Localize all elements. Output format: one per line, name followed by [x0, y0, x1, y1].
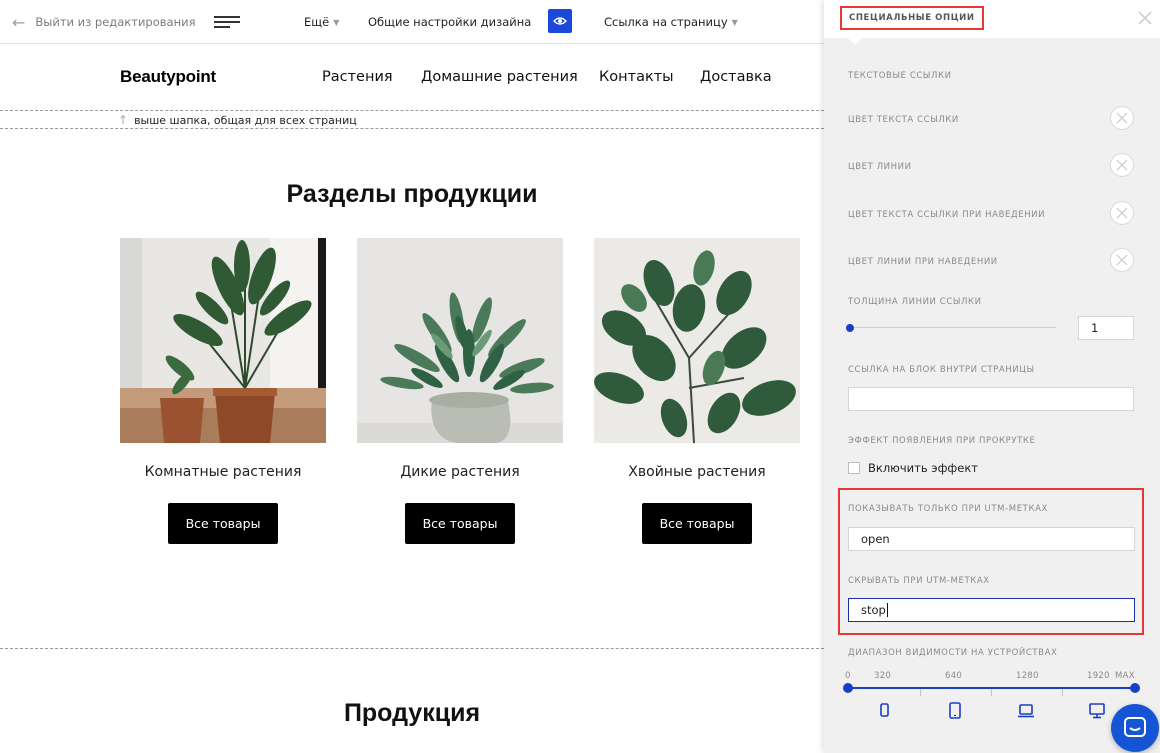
device-phone-small-icon[interactable]: [875, 702, 893, 720]
tab-special-options[interactable]: СПЕЦИАЛЬНЫЕ ОПЦИИ: [840, 6, 984, 30]
header-note: ↑ выше шапка, общая для всех страниц: [118, 113, 357, 127]
nav-link-plants[interactable]: Растения: [322, 69, 393, 85]
range-min-handle[interactable]: [843, 683, 853, 693]
close-icon: [1138, 11, 1152, 25]
card-image-wild-plants[interactable]: [357, 238, 563, 443]
section-title: Разделы продукции: [286, 180, 538, 208]
scroll-effect-checkbox-label: Включить эффект: [868, 461, 978, 475]
range-tick-label: 1920: [1087, 671, 1110, 681]
editor-toolbar: ← Выйти из редактирования Ещё ▼ Общие на…: [0, 0, 824, 44]
utm-show-value: open: [861, 532, 890, 546]
utm-hide-value: stop: [861, 603, 886, 617]
header-note-divider: [0, 128, 824, 129]
site-header: Beautypoint Растения Домашние растения К…: [0, 45, 824, 110]
line-color-swatch[interactable]: [1110, 153, 1134, 177]
device-desktop-icon[interactable]: [1088, 702, 1106, 720]
line-width-label: ТОЛЩИНА ЛИНИИ ССЫЛКИ: [848, 297, 982, 307]
category-card: Дикие растения Все товары: [357, 238, 563, 544]
nav-link-contacts[interactable]: Контакты: [599, 69, 674, 85]
empty-color-icon: [1116, 159, 1128, 171]
products-title: Продукция: [343, 699, 481, 727]
settings-panel: СПЕЦИАЛЬНЫЕ ОПЦИИ ТЕКСТОВЫЕ ССЫЛКИ ЦВЕТ …: [824, 0, 1160, 753]
range-tick-label: 1280: [1016, 671, 1039, 681]
more-dropdown[interactable]: Ещё ▼: [304, 0, 339, 44]
arrow-up-icon: ↑: [118, 113, 129, 127]
menu-button[interactable]: [214, 0, 240, 44]
chevron-down-icon: ▼: [731, 17, 738, 27]
card-caption: Дикие растения: [400, 464, 520, 480]
chevron-down-icon: ▼: [333, 17, 340, 27]
range-max-handle[interactable]: [1130, 683, 1140, 693]
range-tick-label: 0: [845, 671, 851, 681]
card-image-coniferous-plants[interactable]: [594, 238, 800, 443]
section-divider: [0, 648, 824, 649]
range-tick-label: 320: [874, 671, 892, 681]
preview-eye-button[interactable]: [548, 9, 572, 33]
utm-show-label: ПОКАЗЫВАТЬ ТОЛЬКО ПРИ UTM-МЕТКАХ: [848, 504, 1048, 514]
empty-color-icon: [1116, 254, 1128, 266]
anchor-link-label: ССЫЛКА НА БЛОК ВНУТРИ СТРАНИЦЫ: [848, 365, 1035, 375]
panel-header: СПЕЦИАЛЬНЫЕ ОПЦИИ: [824, 0, 1160, 38]
category-card: Хвойные растения Все товары: [594, 238, 800, 544]
range-tick: [991, 689, 992, 696]
header-note-text: выше шапка, общая для всех страниц: [134, 113, 357, 127]
card-caption: Хвойные растения: [628, 464, 766, 480]
card-image-indoor-plants[interactable]: [120, 238, 326, 443]
hamburger-icon: [214, 16, 240, 28]
design-settings-label: Общие настройки дизайна: [368, 15, 532, 29]
line-width-slider-thumb[interactable]: [846, 324, 854, 332]
page-link-label: Ссылка на страницу: [604, 15, 728, 29]
all-products-button[interactable]: Все товары: [642, 503, 752, 544]
link-color-swatch[interactable]: [1110, 106, 1134, 130]
page-link-dropdown[interactable]: Ссылка на страницу ▼: [604, 0, 738, 44]
range-tick-label: 640: [945, 671, 963, 681]
nav-link-delivery[interactable]: Доставка: [700, 69, 772, 85]
range-tick: [920, 689, 921, 696]
link-color-label: ЦВЕТ ТЕКСТА ССЫЛКИ: [848, 115, 959, 125]
tab-pointer: [846, 36, 864, 45]
text-cursor: [886, 603, 888, 617]
more-label: Ещё: [304, 15, 330, 29]
utm-hide-label: СКРЫВАТЬ ПРИ UTM-МЕТКАХ: [848, 576, 990, 586]
close-panel-button[interactable]: [1136, 9, 1154, 27]
card-caption: Комнатные растения: [144, 464, 302, 480]
exit-editing-label: Выйти из редактирования: [35, 15, 196, 29]
empty-color-icon: [1116, 112, 1128, 124]
text-links-heading: ТЕКСТОВЫЕ ССЫЛКИ: [848, 71, 952, 81]
design-settings-button[interactable]: Общие настройки дизайна: [368, 0, 531, 44]
device-range-label: ДИАПАЗОН ВИДИМОСТИ НА УСТРОЙСТВАХ: [848, 648, 1058, 658]
all-products-button[interactable]: Все товары: [168, 503, 278, 544]
range-tick: [1062, 689, 1063, 696]
tab-special-options-label: СПЕЦИАЛЬНЫЕ ОПЦИИ: [849, 13, 975, 23]
nav-link-home-plants[interactable]: Домашние растения: [421, 69, 578, 85]
line-color-label: ЦВЕТ ЛИНИИ: [848, 162, 912, 172]
all-products-button[interactable]: Все товары: [405, 503, 515, 544]
site-logo[interactable]: Beautypoint: [120, 67, 216, 87]
utm-hide-input[interactable]: stop: [848, 598, 1135, 622]
link-hover-color-swatch[interactable]: [1110, 201, 1134, 225]
line-hover-color-swatch[interactable]: [1110, 248, 1134, 272]
utm-show-input[interactable]: open: [848, 527, 1135, 551]
range-tick-label: MAX: [1115, 671, 1135, 681]
exit-editing-button[interactable]: ← Выйти из редактирования: [12, 0, 196, 44]
scroll-effect-label: ЭФФЕКТ ПОЯВЛЕНИЯ ПРИ ПРОКРУТКЕ: [848, 436, 1036, 446]
eye-icon: [553, 17, 567, 25]
line-width-value: 1: [1091, 321, 1099, 335]
line-hover-color-label: ЦВЕТ ЛИНИИ ПРИ НАВЕДЕНИИ: [848, 257, 998, 267]
arrow-left-icon: ←: [12, 12, 26, 32]
anchor-link-input[interactable]: [848, 387, 1134, 411]
category-card: Комнатные растения Все товары: [120, 238, 326, 544]
link-hover-color-label: ЦВЕТ ТЕКСТА ССЫЛКИ ПРИ НАВЕДЕНИИ: [848, 210, 1046, 220]
line-width-slider[interactable]: [850, 327, 1056, 328]
header-divider: [0, 110, 824, 111]
chat-widget-button[interactable]: [1111, 704, 1159, 752]
device-tablet-icon[interactable]: [946, 702, 964, 720]
line-width-input[interactable]: 1: [1078, 316, 1134, 340]
device-laptop-icon[interactable]: [1017, 702, 1035, 720]
scroll-effect-checkbox[interactable]: [848, 462, 860, 474]
chat-bubble-icon: [1124, 717, 1146, 737]
scroll-effect-toggle[interactable]: Включить эффект: [848, 461, 978, 475]
empty-color-icon: [1116, 207, 1128, 219]
